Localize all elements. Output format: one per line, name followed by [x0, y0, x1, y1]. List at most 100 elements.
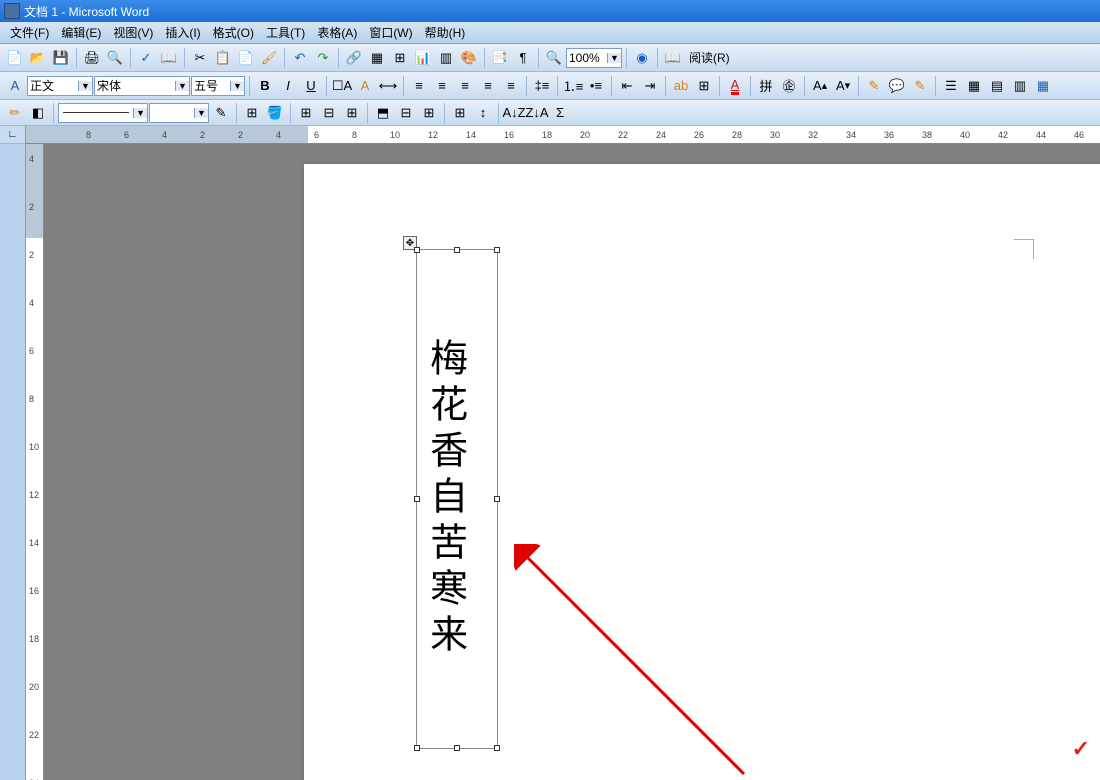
highlight-pen-icon[interactable]: ✎ — [863, 75, 885, 97]
draw-table-button[interactable]: ✏ — [4, 102, 26, 124]
table-autoformat-button[interactable]: ⊞ — [449, 102, 471, 124]
text-direction-button[interactable]: ↕ — [472, 102, 494, 124]
decrease-indent-button[interactable]: ⇤ — [616, 75, 638, 97]
zoom-dropdown[interactable]: ▼ — [566, 48, 622, 68]
chevron-down-icon[interactable]: ▼ — [133, 108, 147, 118]
resize-handle-s[interactable] — [454, 745, 460, 751]
help-button[interactable]: ◉ — [631, 47, 653, 69]
chevron-down-icon[interactable]: ▼ — [230, 81, 244, 91]
menu-file[interactable]: 文件(F) — [4, 22, 55, 43]
web-layout-button[interactable]: ▦ — [963, 75, 985, 97]
drawing-button[interactable]: 🎨 — [458, 47, 480, 69]
font-input[interactable] — [95, 79, 175, 93]
enclose-chars-button[interactable]: ㊭ — [778, 75, 800, 97]
save-button[interactable]: 💾 — [50, 47, 72, 69]
align-justify-button[interactable]: ≡ — [477, 75, 499, 97]
align-left-button[interactable]: ≡ — [408, 75, 430, 97]
font-color-button[interactable]: A — [724, 75, 746, 97]
resize-handle-sw[interactable] — [414, 745, 420, 751]
split-cells-button[interactable]: ⊞ — [341, 102, 363, 124]
autosum-button[interactable]: Σ — [549, 102, 571, 124]
cut-button[interactable]: ✂ — [189, 47, 211, 69]
border-button[interactable]: ⊞ — [693, 75, 715, 97]
insert-table-button[interactable]: ⊞ — [389, 47, 411, 69]
resize-handle-se[interactable] — [494, 745, 500, 751]
excel-button[interactable]: 📊 — [412, 47, 434, 69]
distribute-rows-button[interactable]: ⊟ — [395, 102, 417, 124]
menu-table[interactable]: 表格(A) — [311, 22, 363, 43]
resize-handle-e[interactable] — [494, 496, 500, 502]
chevron-down-icon[interactable]: ▼ — [78, 81, 92, 91]
format-painter-button[interactable]: 🖌 — [258, 47, 280, 69]
style-input[interactable] — [28, 79, 78, 93]
line-style-dropdown[interactable]: ▼ — [58, 103, 148, 123]
show-marks-button[interactable]: ¶ — [512, 47, 534, 69]
outside-border-button[interactable]: ⊞ — [241, 102, 263, 124]
menu-help[interactable]: 帮助(H) — [419, 22, 472, 43]
shrink-font-button[interactable]: A▾ — [832, 75, 854, 97]
align-center-button[interactable]: ≡ — [431, 75, 453, 97]
italic-button[interactable]: I — [277, 75, 299, 97]
menu-tools[interactable]: 工具(T) — [260, 22, 311, 43]
distributed-button[interactable]: ≡ — [500, 75, 522, 97]
resize-handle-ne[interactable] — [494, 247, 500, 253]
eraser-button[interactable]: ◧ — [27, 102, 49, 124]
document-page[interactable]: ✥ 梅花香自苦寒来 — [304, 164, 1100, 780]
resize-handle-w[interactable] — [414, 496, 420, 502]
doc-map-button[interactable]: 📑 — [489, 47, 511, 69]
char-scaling-button[interactable]: ⟷ — [377, 75, 399, 97]
vertical-textbox[interactable]: ✥ 梅花香自苦寒来 — [416, 249, 498, 749]
tables-borders-button[interactable]: ▦ — [366, 47, 388, 69]
redo-button[interactable]: ↷ — [312, 47, 334, 69]
copy-button[interactable]: 📋 — [212, 47, 234, 69]
menu-format[interactable]: 格式(O) — [207, 22, 260, 43]
reading-layout-button[interactable]: 📖 — [662, 47, 684, 69]
underline-button[interactable]: U — [300, 75, 322, 97]
research-button[interactable]: 📖 — [158, 47, 180, 69]
chevron-down-icon[interactable]: ▼ — [607, 53, 621, 63]
phonetic-guide-button[interactable]: 拼 — [755, 75, 777, 97]
style-dropdown[interactable]: ▼ — [27, 76, 93, 96]
open-button[interactable]: 📂 — [27, 47, 49, 69]
outline-button[interactable]: ☰ — [940, 75, 962, 97]
merge-cells-button[interactable]: ⊟ — [318, 102, 340, 124]
chevron-down-icon[interactable]: ▼ — [194, 108, 208, 118]
reading-label[interactable]: 阅读(R) — [685, 49, 734, 66]
resize-handle-nw[interactable] — [414, 247, 420, 253]
sort-desc-button[interactable]: Z↓A — [526, 102, 548, 124]
menu-view[interactable]: 视图(V) — [107, 22, 159, 43]
menu-window[interactable]: 窗口(W) — [363, 22, 418, 43]
align-right-button[interactable]: ≡ — [454, 75, 476, 97]
bulleted-list-button[interactable]: •≡ — [585, 75, 607, 97]
sort-asc-button[interactable]: A↓Z — [503, 102, 525, 124]
chevron-down-icon[interactable]: ▼ — [175, 81, 189, 91]
print-preview-button[interactable]: 🔍 — [104, 47, 126, 69]
distribute-cols-button[interactable]: ⊞ — [418, 102, 440, 124]
paste-button[interactable]: 📄 — [235, 47, 257, 69]
align-top-button[interactable]: ⬒ — [372, 102, 394, 124]
menu-edit[interactable]: 编辑(E) — [55, 22, 107, 43]
horizontal-ruler[interactable]: 8642246810121416182022242628303234363840… — [26, 126, 1100, 144]
font-dropdown[interactable]: ▼ — [94, 76, 190, 96]
numbered-list-button[interactable]: ⒈≡ — [562, 75, 584, 97]
undo-button[interactable]: ↶ — [289, 47, 311, 69]
textbox-content[interactable]: 梅花香自苦寒来 — [417, 250, 471, 748]
insert-comment-button[interactable]: 💬 — [886, 75, 908, 97]
size-input[interactable] — [192, 79, 230, 93]
resize-handle-n[interactable] — [454, 247, 460, 253]
normal-view-button[interactable]: ▥ — [1009, 75, 1031, 97]
zoom-out-button[interactable]: 🔍 — [543, 47, 565, 69]
columns-button[interactable]: ▥ — [435, 47, 457, 69]
line-weight-dropdown[interactable]: ▼ — [149, 103, 209, 123]
menu-insert[interactable]: 插入(I) — [159, 22, 206, 43]
hyperlink-button[interactable]: 🔗 — [343, 47, 365, 69]
task-pane-button[interactable]: ▦ — [1032, 75, 1054, 97]
zoom-input[interactable] — [567, 51, 607, 65]
new-doc-button[interactable]: 📄 — [4, 47, 26, 69]
grow-font-button[interactable]: A▴ — [809, 75, 831, 97]
char-shading-button[interactable]: A — [354, 75, 376, 97]
bold-button[interactable]: B — [254, 75, 276, 97]
document-canvas[interactable]: ✥ 梅花香自苦寒来 经验啦 ✓ ji — [44, 144, 1100, 780]
track-changes-button[interactable]: ✎ — [909, 75, 931, 97]
spelling-button[interactable]: ✓ — [135, 47, 157, 69]
